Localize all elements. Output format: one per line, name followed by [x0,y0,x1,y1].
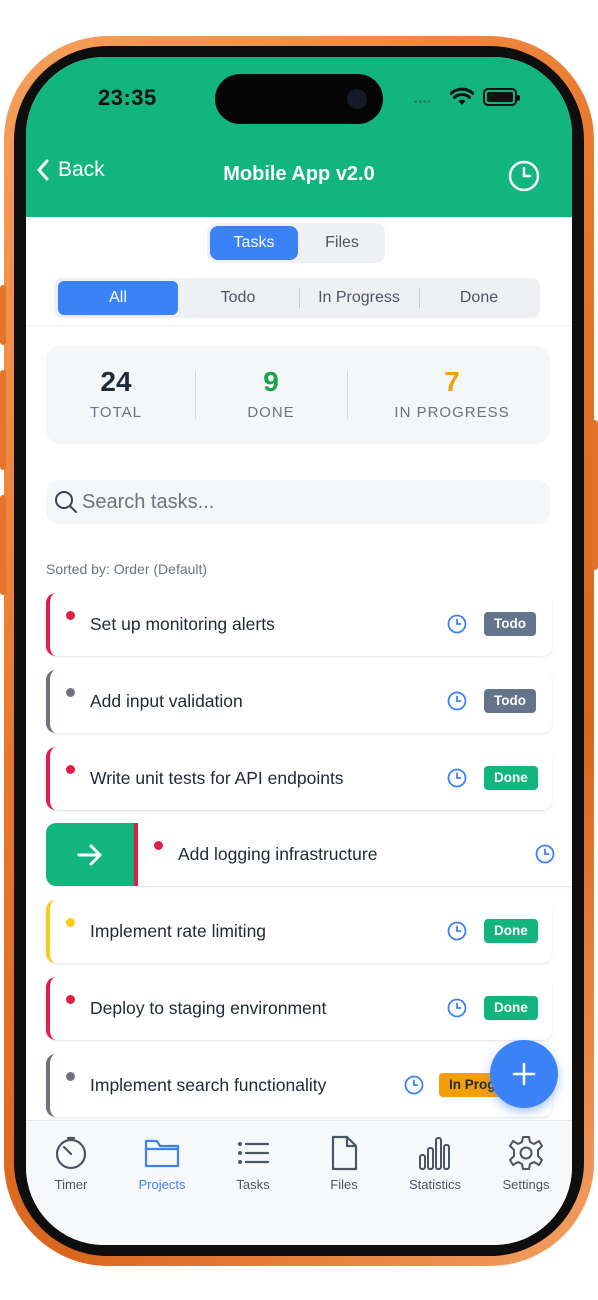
search-input[interactable] [82,480,532,524]
clock-icon[interactable] [507,159,541,193]
clock-icon[interactable] [403,1074,425,1096]
clock-icon[interactable] [446,767,468,789]
plus-icon [512,1062,536,1086]
signal-dots: •••• [414,97,433,108]
stat-in-progress-label: IN PROGRESS [394,404,510,421]
add-task-button[interactable] [490,1040,558,1108]
arrow-right-icon [77,844,102,866]
clock-icon[interactable] [446,690,468,712]
stat-total-value: 24 [100,366,132,397]
task-card[interactable]: Set up monitoring alerts Todo [46,593,552,656]
status-badge: Done [484,996,538,1020]
phone-side-button [0,370,6,470]
priority-dot [66,1072,75,1081]
stat-divider [347,371,348,419]
phone-side-button [0,495,6,595]
camera-icon [347,89,367,109]
wifi-icon [450,87,474,105]
status-badge: Todo [484,689,536,713]
nav-timer[interactable]: Timer [26,1135,116,1192]
page-title: Mobile App v2.0 [223,163,375,185]
task-card[interactable]: Write unit tests for API endpoints Done [46,747,552,810]
nav-label: Timer [54,1177,88,1192]
main-tab-switch: Tasks Files [207,223,385,263]
task-card[interactable]: Implement search functionality In Prog [46,1054,552,1117]
nav-label: Projects [138,1177,186,1192]
stat-in-progress-value: 7 [444,366,460,397]
clock-icon[interactable] [534,843,556,865]
app-header: 23:35 •••• Back Mobile App v2.0 [26,57,572,217]
task-stats-card: 24 TOTAL 9 DONE 7 IN PROGRESS [46,346,550,444]
priority-dot [66,995,75,1004]
nav-tasks[interactable]: Tasks [208,1135,298,1192]
task-title: Write unit tests for API endpoints [90,768,344,788]
search-icon [55,491,77,513]
filter-done[interactable]: Done [419,281,539,315]
nav-label: Files [330,1177,358,1192]
clock-icon[interactable] [446,920,468,942]
search-bar [46,480,550,524]
stat-total: 24 TOTAL [46,346,186,444]
timer-icon [55,1136,87,1170]
task-card[interactable]: Add input validation Todo [46,670,552,733]
stat-done: 9 DONE [206,346,336,444]
bottom-nav: Timer Projects Tasks Files Statistics Se… [26,1120,572,1245]
status-time: 23:35 [98,85,157,110]
file-icon [331,1135,358,1171]
priority-dot [154,841,163,850]
status-badge: Done [484,766,538,790]
bar-chart-icon [419,1137,450,1170]
stat-done-label: DONE [247,404,295,421]
task-title: Set up monitoring alerts [90,614,275,634]
task-title: Add logging infrastructure [178,844,378,864]
nav-settings[interactable]: Settings [481,1135,571,1192]
battery-icon [483,88,520,106]
folder-icon [144,1139,180,1168]
stat-done-value: 9 [263,366,279,397]
status-filter: All Todo In Progress Done [54,278,540,318]
filter-in-progress[interactable]: In Progress [299,281,419,315]
status-badge: Done [484,919,538,943]
list-icon [238,1142,270,1164]
tab-files[interactable]: Files [302,226,382,260]
task-card[interactable]: Add logging infrastructure [134,823,572,886]
nav-label: Statistics [408,1177,461,1192]
nav-projects[interactable]: Projects [117,1135,207,1192]
status-badge: Todo [484,612,536,636]
priority-dot [66,611,75,620]
nav-statistics[interactable]: Statistics [390,1135,480,1192]
task-card[interactable]: Deploy to staging environment Done [46,977,552,1040]
task-title: Implement search functionality [90,1075,327,1095]
tab-tasks[interactable]: Tasks [210,226,298,260]
nav-label: Settings [502,1177,550,1192]
filter-all[interactable]: All [58,281,178,315]
task-title: Implement rate limiting [90,921,267,941]
clock-icon[interactable] [446,997,468,1019]
clock-icon[interactable] [446,613,468,635]
sort-label: Sorted by: Order (Default) [46,561,208,577]
priority-dot [66,918,75,927]
priority-dot [66,688,75,697]
stat-in-progress: 7 IN PROGRESS [361,346,543,444]
divider [26,325,572,326]
app-screen: 23:35 •••• Back Mobile App v2.0 Tasks Fi… [26,57,572,1245]
stat-divider [195,371,196,419]
swipe-move-button[interactable] [46,823,136,886]
priority-dot [66,765,75,774]
filter-todo[interactable]: Todo [178,281,298,315]
task-title: Deploy to staging environment [90,998,327,1018]
phone-side-button [592,420,598,570]
task-title: Add input validation [90,691,243,711]
stat-total-label: TOTAL [90,404,142,421]
phone-side-button [0,285,6,345]
gear-icon [509,1136,543,1170]
nav-label: Tasks [236,1177,270,1192]
nav-files[interactable]: Files [299,1135,389,1192]
task-card[interactable]: Implement rate limiting Done [46,900,552,963]
dynamic-island [215,74,383,124]
